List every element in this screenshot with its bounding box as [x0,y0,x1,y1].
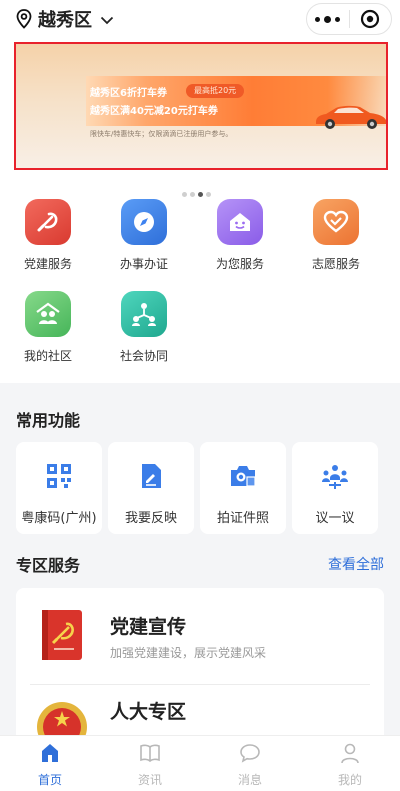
tab-news[interactable]: 资讯 [115,742,185,788]
carousel-indicator [182,192,211,197]
service-label: 办事办证 [119,257,168,271]
feature-label: 我要反映 [124,511,177,526]
feature-report[interactable]: 我要反映 [108,442,194,534]
service-affairs[interactable]: 办事办证 [104,199,184,272]
tab-messages[interactable]: 消息 [215,742,285,788]
close-target-icon[interactable] [349,9,391,29]
home-icon [42,744,58,762]
tab-mine[interactable]: 我的 [315,742,385,788]
service-label: 社会协同 [119,349,168,363]
service-volunteer[interactable]: 志愿服务 [296,199,376,272]
discussion-icon [322,465,348,489]
edit-doc-icon [142,464,161,488]
zone-subtitle: 加强党建建设，展示党建风采 [110,646,267,660]
tab-label: 资讯 [137,773,162,787]
view-all-link[interactable]: 查看全部 [328,554,384,574]
feature-id-photo[interactable]: 拍证件照 [200,442,286,534]
party-book-icon [42,610,82,660]
miniprogram-capsule [306,3,392,35]
car-icon [316,105,386,129]
service-label: 党建服务 [23,257,72,271]
zone-title: 人大专区 [110,701,187,723]
location-pin-icon [16,9,32,29]
banner-note: 限快车/特惠快车；仅限滴滴已注册用户参与。 [90,130,233,138]
service-party[interactable]: 党建服务 [8,199,88,272]
house-smile-icon [217,199,263,245]
book-icon [140,744,160,763]
feature-label: 拍证件照 [216,511,269,526]
service-coordination[interactable]: 社会协同 [104,291,184,364]
service-community[interactable]: 我的社区 [8,291,88,364]
common-title: 常用功能 [16,411,81,430]
chat-icon [240,744,260,763]
feature-label: 粤康码(广州) [21,511,97,526]
community-icon [25,291,71,337]
camera-icon [231,466,256,487]
promo-banner[interactable]: 越秀区6折打车券 最高抵20元 越秀区满40元减20元打车券 限快车/特惠快车；… [14,42,388,170]
tab-home[interactable]: 首页 [15,742,85,788]
feature-discussion[interactable]: 议一议 [292,442,378,534]
compass-icon [121,199,167,245]
tab-label: 消息 [237,773,262,787]
header: 越秀区 [0,0,400,38]
service-label: 为您服务 [215,257,264,271]
party-icon [25,199,71,245]
feature-health-code[interactable]: 粤康码(广州) [16,442,102,534]
qr-code-icon [47,464,71,488]
more-icon[interactable] [307,15,349,23]
location-selector[interactable]: 越秀区 [16,6,114,32]
zone-list: 党建宣传 加强党建建设，展示党建风采 人大专区 [16,588,384,752]
banner-line1: 越秀区6折打车券 [90,88,167,99]
service-label: 志愿服务 [311,257,360,271]
tab-label: 首页 [37,773,62,787]
page: 越秀区 越秀区6折打车券 最高抵20元 越秀区满40元减20元打车券 限快车/特… [0,0,400,791]
zone-item-party[interactable]: 党建宣传 加强党建建设，展示党建风采 [16,588,384,684]
zone-title: 党建宣传 [110,616,187,638]
banner-line2: 越秀区满40元减20元打车券 [90,106,218,117]
bottom-tab-bar: 首页 资讯 消息 我的 [0,735,400,791]
zones-title: 专区服务 [16,556,81,575]
tab-label: 我的 [337,773,362,787]
user-icon [341,743,359,764]
network-icon [121,291,167,337]
service-for-you[interactable]: 为您服务 [200,199,280,272]
heart-icon [313,199,359,245]
location-title: 越秀区 [38,10,92,31]
chevron-down-icon [100,12,114,26]
service-label: 我的社区 [23,349,72,363]
banner-pill: 最高抵20元 [186,84,245,98]
feature-label: 议一议 [315,511,355,526]
